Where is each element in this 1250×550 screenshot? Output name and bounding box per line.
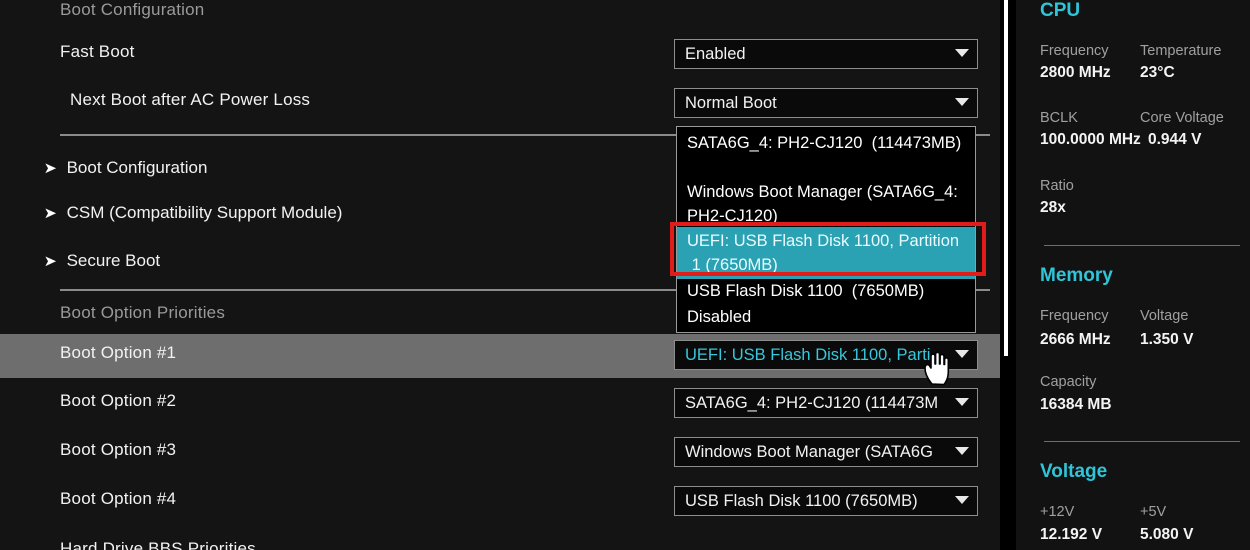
sidebar-value-12v: 12.192 V — [1040, 526, 1103, 543]
dropdown-value: UEFI: USB Flash Disk 1100, Parti — [685, 345, 931, 364]
sidebar-label-cpu-temperature: Temperature — [1140, 43, 1222, 59]
boot-option-1-dropdown-list[interactable]: SATA6G_4: PH2-CJ120 (114473MB) Windows B… — [676, 126, 976, 333]
bios-setup-screen: Boot Configuration Fast Boot Next Boot a… — [0, 0, 1250, 550]
boot-option-4-label: Boot Option #4 — [60, 489, 177, 508]
sidebar-section-title-memory: Memory — [1040, 265, 1113, 286]
setting-label-next-boot-after-ac-power-loss: Next Boot after AC Power Loss — [70, 90, 311, 109]
sidebar-scrollbar-thumb[interactable] — [1004, 0, 1008, 356]
sidebar-label-capacity: Capacity — [1040, 374, 1097, 390]
submenu-boot-configuration[interactable]: ➤ Boot Configuration — [43, 158, 208, 178]
section-header-hard-drive-bbs-priorities: Hard Drive BBS Priorities — [60, 539, 256, 550]
setting-label-fast-boot: Fast Boot — [60, 42, 135, 61]
sidebar-value-cpu-frequency: 2800 MHz — [1040, 64, 1111, 81]
dropdown-option-usb-flash-disk[interactable]: USB Flash Disk 1100 (7650MB) — [677, 279, 975, 303]
chevron-down-icon — [947, 97, 977, 109]
boot-settings-pane: Boot Configuration Fast Boot Next Boot a… — [0, 0, 1000, 550]
sidebar-section-title-cpu: CPU — [1040, 0, 1081, 21]
dropdown-boot-option-4[interactable]: USB Flash Disk 1100 (7650MB) — [674, 486, 978, 516]
dropdown-value: USB Flash Disk 1100 (7650MB) — [685, 491, 918, 510]
sidebar-value-5v: 5.080 V — [1140, 526, 1194, 543]
chevron-down-icon — [947, 397, 977, 409]
sidebar-label-bclk: BCLK — [1040, 110, 1078, 126]
dropdown-option-uefi-usb-flash-disk[interactable]: UEFI: USB Flash Disk 1100, Partition 1 (… — [677, 227, 975, 279]
sidebar-value-memory-frequency: 2666 MHz — [1040, 331, 1111, 348]
sidebar-value-cpu-temperature: 23°C — [1140, 64, 1175, 81]
right-arrow-icon: ➤ — [43, 252, 57, 270]
boot-option-3-label: Boot Option #3 — [60, 440, 177, 459]
right-arrow-icon: ➤ — [43, 159, 57, 177]
sidebar-label-5v: +5V — [1140, 504, 1167, 520]
submenu-label: Secure Boot — [66, 251, 161, 270]
submenu-csm[interactable]: ➤ CSM (Compatibility Support Module) — [43, 203, 343, 223]
sidebar-label-ratio: Ratio — [1040, 178, 1074, 194]
dropdown-option-disabled[interactable]: Disabled — [677, 305, 975, 329]
pointing-hand-cursor — [924, 351, 950, 386]
hardware-monitor-sidebar: CPU Frequency 2800 MHz Temperature 23°C … — [1000, 0, 1250, 550]
sidebar-section-title-voltage: Voltage — [1040, 461, 1108, 482]
sidebar-content: CPU Frequency 2800 MHz Temperature 23°C … — [1016, 0, 1250, 550]
right-arrow-icon: ➤ — [43, 204, 57, 222]
dropdown-boot-option-3[interactable]: Windows Boot Manager (SATA6G — [674, 437, 978, 467]
submenu-secure-boot[interactable]: ➤ Secure Boot — [44, 251, 160, 271]
boot-option-2-label: Boot Option #2 — [60, 391, 177, 410]
chevron-down-icon — [947, 495, 977, 507]
dropdown-option-sata6g4[interactable]: SATA6G_4: PH2-CJ120 (114473MB) — [677, 131, 975, 155]
sidebar-label-12v: +12V — [1040, 504, 1075, 520]
sidebar-label-memory-voltage: Voltage — [1140, 308, 1189, 324]
sidebar-value-bclk: 100.0000 MHz — [1040, 131, 1141, 148]
dropdown-value: Enabled — [685, 44, 746, 63]
chevron-down-icon — [947, 446, 977, 458]
submenu-label: Boot Configuration — [66, 158, 208, 177]
sidebar-value-memory-voltage: 1.350 V — [1140, 331, 1194, 348]
section-header-boot-option-priorities: Boot Option Priorities — [60, 303, 226, 322]
sidebar-divider-cpu-memory — [1044, 245, 1240, 246]
sidebar-value-core-voltage: 0.944 V — [1148, 131, 1202, 148]
submenu-label: CSM (Compatibility Support Module) — [66, 203, 343, 222]
sidebar-value-capacity: 16384 MB — [1040, 396, 1112, 413]
dropdown-fast-boot[interactable]: Enabled — [674, 39, 978, 69]
sidebar-label-core-voltage: Core Voltage — [1140, 110, 1224, 126]
chevron-down-icon — [947, 48, 977, 60]
boot-option-1-label: Boot Option #1 — [60, 343, 177, 362]
dropdown-option-windows-boot-manager[interactable]: Windows Boot Manager (SATA6G_4: PH2-CJ12… — [677, 180, 975, 228]
dropdown-value: Windows Boot Manager (SATA6G — [685, 442, 933, 461]
sidebar-value-ratio: 28x — [1040, 199, 1066, 216]
dropdown-boot-option-2[interactable]: SATA6G_4: PH2-CJ120 (114473Μ — [674, 388, 978, 418]
dropdown-value: Normal Boot — [685, 93, 777, 112]
sidebar-divider-memory-voltage — [1044, 441, 1240, 442]
dropdown-value: SATA6G_4: PH2-CJ120 (114473Μ — [685, 393, 939, 412]
sidebar-label-cpu-frequency: Frequency — [1040, 43, 1109, 59]
dropdown-next-boot-after-ac-power-loss[interactable]: Normal Boot — [674, 88, 978, 118]
section-header-boot-configuration: Boot Configuration — [60, 0, 205, 19]
sidebar-label-memory-frequency: Frequency — [1040, 308, 1109, 324]
sidebar-scrollbar-track[interactable] — [1000, 0, 1016, 550]
